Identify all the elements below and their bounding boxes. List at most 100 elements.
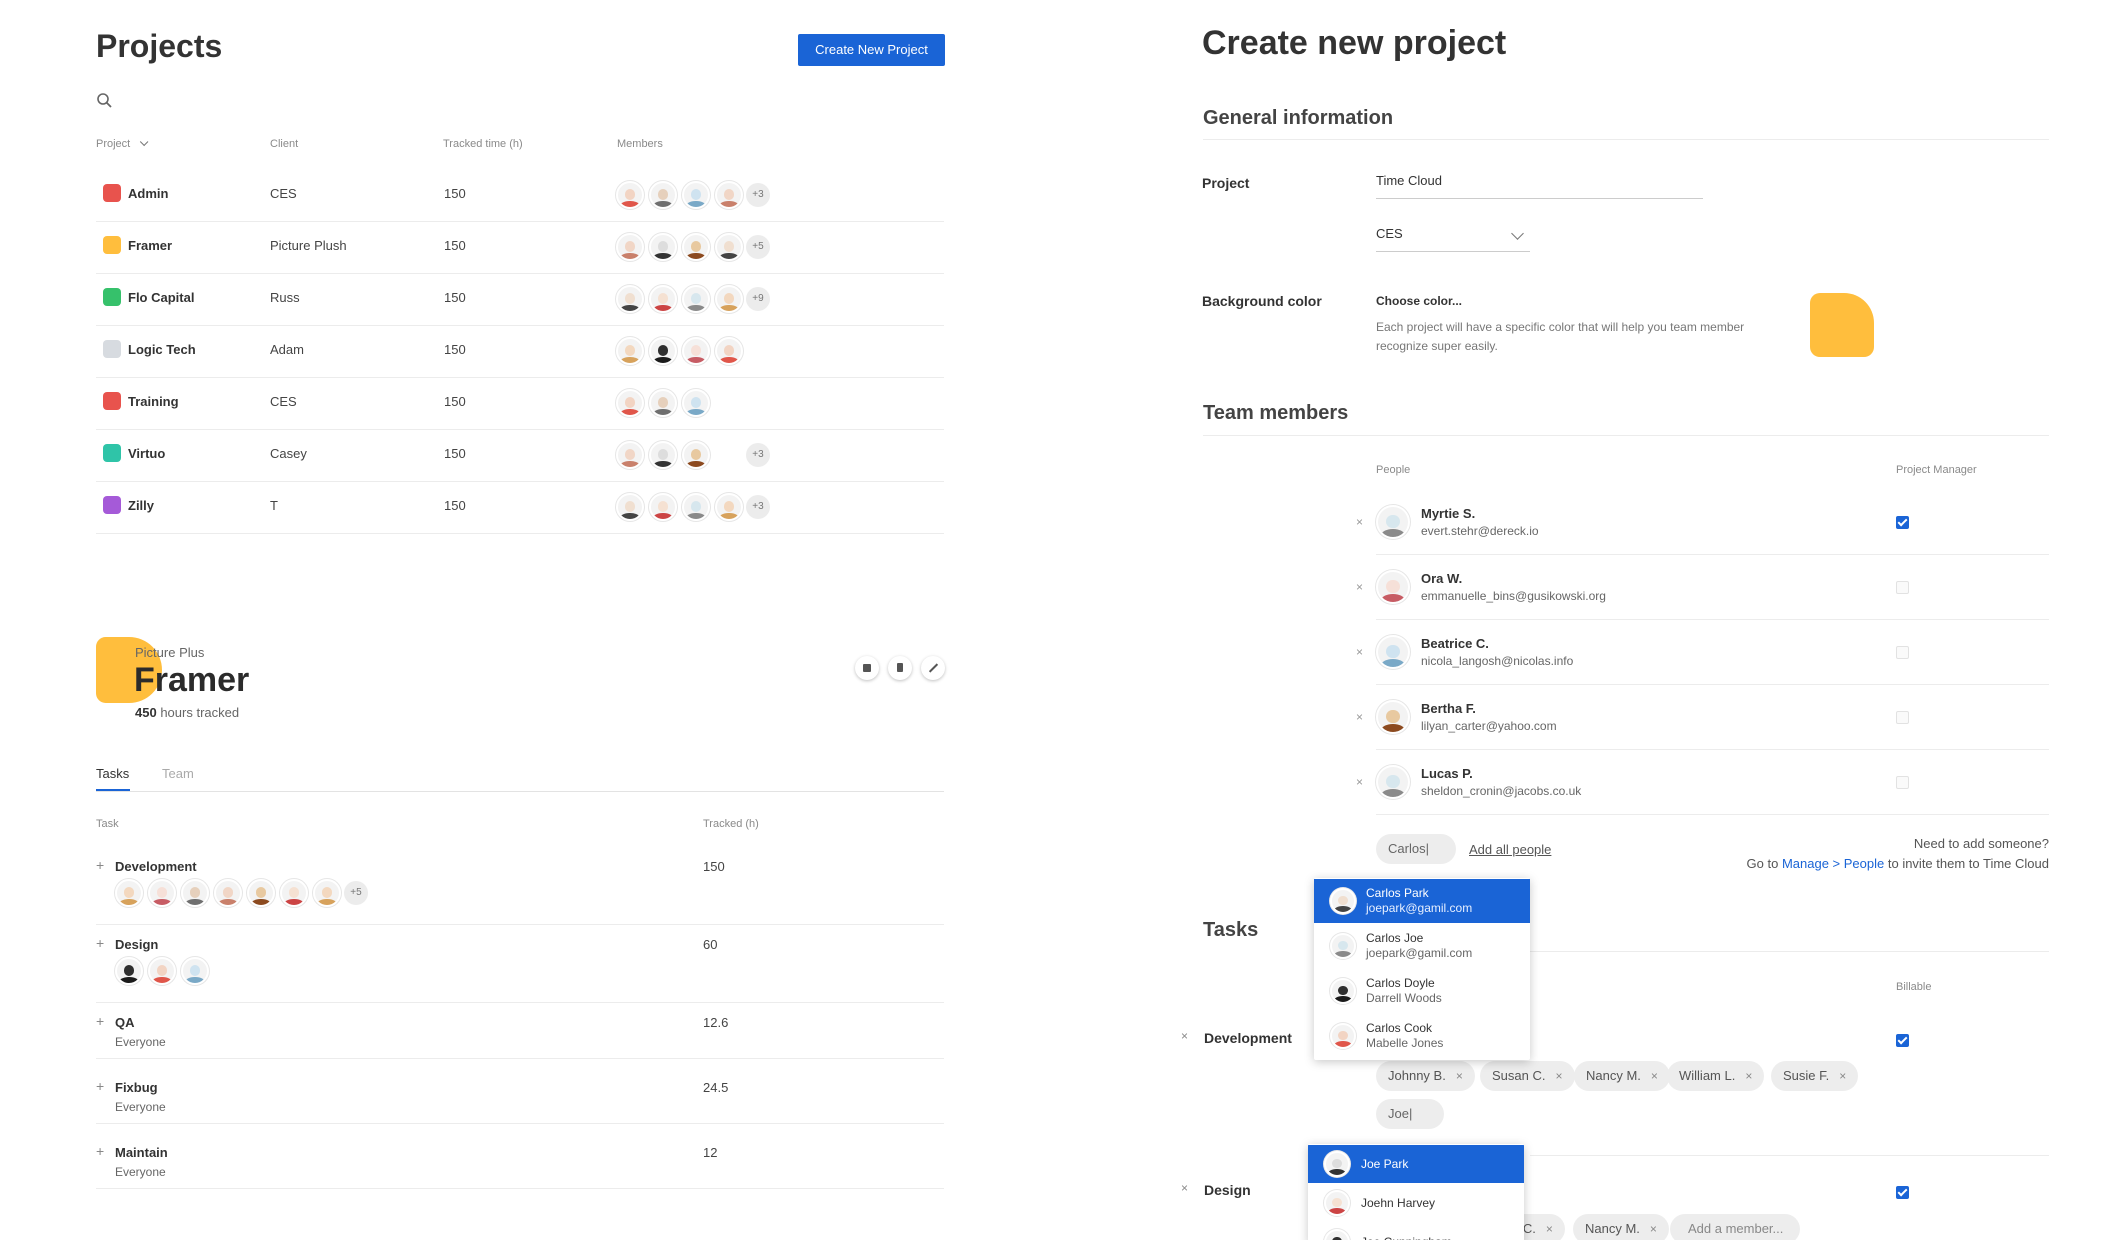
member-email: emmanuelle_bins@gusikowski.org <box>1421 589 1606 603</box>
more-members-badge[interactable]: +3 <box>746 183 770 207</box>
expand-plus-icon[interactable]: + <box>96 1013 104 1029</box>
project-row[interactable] <box>96 321 944 373</box>
project-name: Virtuo <box>128 446 166 461</box>
more-assignees-badge[interactable]: +5 <box>344 881 368 905</box>
hours-tracked: 450 hours tracked <box>135 705 239 720</box>
remove-member-icon[interactable]: × <box>1356 710 1363 724</box>
suggestion-name: Joe Cunningham <box>1361 1235 1452 1240</box>
choose-color-link[interactable]: Choose color... <box>1376 294 1462 308</box>
remove-member-icon[interactable]: × <box>1356 775 1363 789</box>
more-members-badge[interactable]: +5 <box>746 235 770 259</box>
project-color-swatch <box>103 340 121 358</box>
task-name: Maintain <box>115 1145 168 1160</box>
expand-plus-icon[interactable]: + <box>96 1143 104 1159</box>
member-search-input[interactable]: Carlos| <box>1376 834 1456 864</box>
assignee-chip[interactable]: William L. × <box>1667 1061 1765 1091</box>
remove-task-design-icon[interactable]: × <box>1181 1181 1188 1195</box>
remove-chip-icon[interactable]: × <box>1650 1222 1657 1236</box>
member-name: Beatrice C. <box>1421 636 1489 651</box>
column-header-members: Members <box>617 138 663 150</box>
project-color-swatch <box>103 184 121 202</box>
assignee-chip[interactable]: Susan C. × <box>1480 1061 1575 1091</box>
hours-value: 450 <box>135 705 157 720</box>
remove-chip-icon[interactable]: × <box>1456 1069 1463 1083</box>
member-avatar <box>715 181 743 209</box>
more-members-badge[interactable]: +9 <box>746 287 770 311</box>
manage-people-link[interactable]: Manage > People <box>1782 856 1884 871</box>
project-manager-checkbox[interactable] <box>1896 581 1909 594</box>
project-manager-checkbox[interactable] <box>1896 711 1909 724</box>
project-name: Framer <box>134 661 250 699</box>
archive-button[interactable] <box>855 656 879 680</box>
column-header-tracked: Tracked time (h) <box>443 138 523 150</box>
project-row[interactable] <box>96 269 944 321</box>
search-icon[interactable] <box>96 92 114 110</box>
project-row[interactable] <box>96 373 944 425</box>
assignee-chip[interactable]: Johnny B. × <box>1376 1061 1475 1091</box>
assignee-suggestion-item[interactable]: Joehn Harvey <box>1308 1184 1524 1222</box>
project-name: Zilly <box>128 498 155 513</box>
create-new-project-button[interactable]: Create New Project <box>798 34 945 66</box>
project-row[interactable] <box>96 477 944 529</box>
member-avatar <box>715 493 743 521</box>
remove-member-icon[interactable]: × <box>1356 515 1363 529</box>
project-tracked-time: 150 <box>444 446 466 461</box>
invite-hint: Go to Manage > People to invite them to … <box>1746 856 2049 871</box>
selected-color-swatch[interactable] <box>1810 293 1874 357</box>
remove-chip-icon[interactable]: × <box>1839 1069 1846 1083</box>
pencil-icon <box>928 663 939 673</box>
remove-chip-icon[interactable]: × <box>1555 1069 1562 1083</box>
expand-plus-icon[interactable]: + <box>96 1078 104 1094</box>
assignee-suggestion-item[interactable]: Joe Park <box>1308 1145 1524 1183</box>
project-row[interactable] <box>96 217 944 269</box>
billable-development-checkbox[interactable] <box>1896 1034 1909 1047</box>
remove-task-development-icon[interactable]: × <box>1181 1029 1188 1043</box>
remove-chip-icon[interactable]: × <box>1651 1069 1658 1083</box>
chevron-down-icon <box>1511 227 1524 240</box>
more-members-badge[interactable]: +3 <box>746 495 770 519</box>
delete-button[interactable] <box>888 656 912 680</box>
remove-member-icon[interactable]: × <box>1356 580 1363 594</box>
add-member-input[interactable]: Add a member... <box>1670 1214 1800 1240</box>
tab-tasks[interactable]: Tasks <box>96 766 129 781</box>
remove-member-icon[interactable]: × <box>1356 645 1363 659</box>
edit-button[interactable] <box>921 656 945 680</box>
people-suggestion-item[interactable]: Carlos Doyle Darrell Woods <box>1314 969 1530 1013</box>
assignee-chip[interactable]: Nancy M. × <box>1574 1061 1670 1091</box>
project-name-input[interactable]: Time Cloud <box>1376 173 1703 199</box>
project-tracked-time: 150 <box>444 290 466 305</box>
people-suggestion-item[interactable]: Carlos Cook Mabelle Jones <box>1314 1014 1530 1058</box>
billable-design-checkbox[interactable] <box>1896 1186 1909 1199</box>
remove-chip-icon[interactable]: × <box>1546 1222 1553 1236</box>
member-avatar <box>616 389 644 417</box>
project-manager-checkbox[interactable] <box>1896 516 1909 529</box>
people-suggestion-item[interactable]: Carlos Park joepark@gamil.com <box>1314 879 1530 923</box>
column-header-project[interactable]: Project <box>96 137 149 150</box>
add-all-people-link[interactable]: Add all people <box>1469 842 1551 857</box>
project-row[interactable] <box>96 425 944 477</box>
design-assignee-chip[interactable]: Nancy M. × <box>1573 1214 1669 1240</box>
client-select[interactable]: CES <box>1376 226 1530 252</box>
development-assignee-search[interactable]: Joe| <box>1376 1099 1444 1129</box>
tab-team[interactable]: Team <box>162 766 194 781</box>
task-name: Development <box>115 859 197 874</box>
general-divider <box>1203 139 2049 140</box>
remove-chip-icon[interactable]: × <box>1745 1069 1752 1083</box>
more-members-badge[interactable]: +3 <box>746 443 770 467</box>
project-name: Training <box>128 394 179 409</box>
expand-plus-icon[interactable]: + <box>96 935 104 951</box>
assignee-suggestion-item[interactable]: Joe Cunningham <box>1308 1223 1524 1240</box>
project-color-swatch <box>103 496 121 514</box>
expand-plus-icon[interactable]: + <box>96 857 104 873</box>
assignee-avatar <box>313 879 341 907</box>
people-suggestion-item[interactable]: Carlos Joe joepark@gamil.com <box>1314 924 1530 968</box>
project-manager-checkbox[interactable] <box>1896 646 1909 659</box>
member-email: sheldon_cronin@jacobs.co.uk <box>1421 784 1582 798</box>
member-name: Ora W. <box>1421 571 1463 586</box>
suggestion-avatar <box>1324 1229 1350 1240</box>
row-divider <box>96 1188 944 1189</box>
assignee-chip[interactable]: Susie F. × <box>1771 1061 1859 1091</box>
project-manager-checkbox[interactable] <box>1896 776 1909 789</box>
member-avatar <box>616 493 644 521</box>
project-row[interactable] <box>96 165 944 217</box>
